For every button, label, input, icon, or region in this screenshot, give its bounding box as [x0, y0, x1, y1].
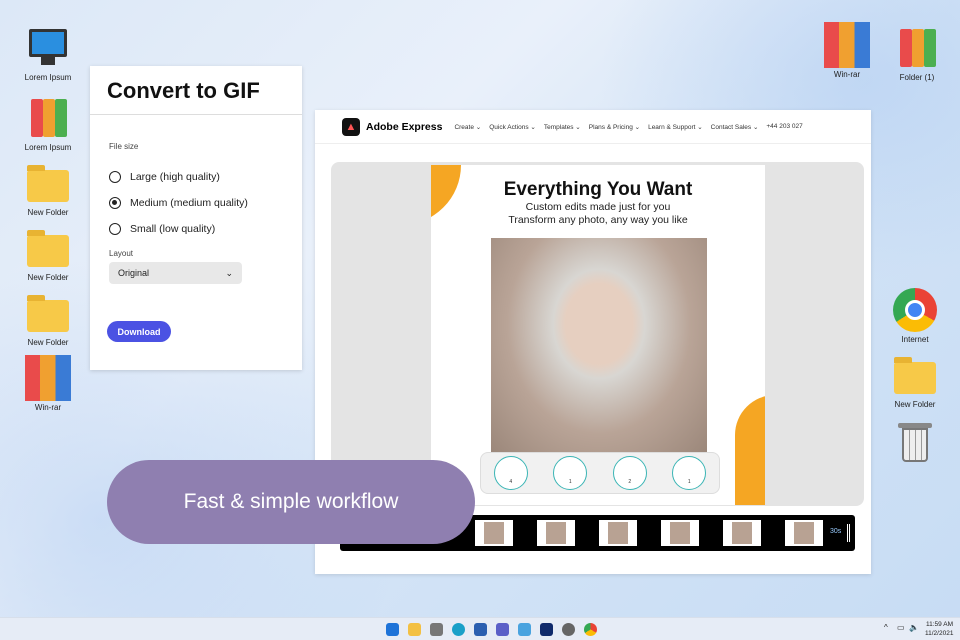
download-button[interactable]: Download — [107, 321, 171, 342]
top-nav: ▲ Adobe Express Create ⌄ Quick Actions ⌄… — [315, 110, 871, 144]
radio-circle — [109, 223, 121, 235]
nav-templates[interactable]: Templates ⌄ — [544, 123, 581, 131]
desktop-icon-binders[interactable]: Lorem Ipsum — [13, 95, 83, 152]
store-icon[interactable] — [474, 623, 487, 636]
tool-bar: 4 1 2 1 — [480, 452, 720, 494]
radio-medium[interactable]: Medium (medium quality) — [109, 197, 302, 209]
nav-create[interactable]: Create ⌄ — [454, 123, 481, 131]
desktop-icon-folder[interactable]: New Folder — [13, 225, 83, 282]
frame-thumbnail[interactable] — [475, 520, 513, 546]
timeline-duration: 30s — [830, 528, 842, 535]
frame-thumbnail[interactable] — [537, 520, 575, 546]
nav-plans-pricing[interactable]: Plans & Pricing ⌄ — [589, 123, 640, 131]
convert-to-gif-panel: Convert to GIF File size Large (high qua… — [90, 66, 302, 370]
desktop-icon-folder[interactable]: New Folder — [13, 290, 83, 347]
radio-circle — [109, 197, 121, 209]
poster-subtitle: Transform any photo, any way you like — [508, 214, 688, 226]
nav-phone[interactable]: +44 203 027 — [766, 123, 802, 130]
file-size-label: File size — [109, 142, 139, 151]
chrome-icon[interactable] — [584, 623, 597, 636]
layout-value: Original — [118, 268, 150, 278]
poster-preview: Everything You Want Custom edits made ju… — [431, 165, 765, 505]
orange-accent — [735, 395, 765, 505]
feature-banner: Fast & simple workflow — [107, 460, 475, 544]
desktop-icon-computer[interactable]: Lorem Ipsum — [13, 25, 83, 82]
radio-circle — [109, 171, 121, 183]
brow-tool-icon[interactable]: 1 — [672, 456, 707, 490]
layout-label: Layout — [109, 249, 134, 258]
brand-name[interactable]: Adobe Express — [366, 121, 442, 133]
radio-small[interactable]: Small (low quality) — [109, 223, 302, 235]
radio-label: Large (high quality) — [130, 171, 220, 183]
layout-select[interactable]: Original ⌄ — [109, 262, 242, 284]
frame-thumbnail[interactable] — [661, 520, 699, 546]
start-icon[interactable] — [386, 623, 399, 636]
nav-learn-support[interactable]: Learn & Support ⌄ — [648, 123, 703, 131]
frame-thumbnail[interactable] — [723, 520, 761, 546]
settings-icon[interactable] — [562, 623, 575, 636]
clock-time[interactable]: 11:59 AM — [926, 621, 953, 628]
frame-thumbnail[interactable] — [785, 520, 823, 546]
chevron-down-icon: ⌄ — [225, 267, 233, 278]
camera-icon[interactable] — [430, 623, 443, 636]
frame-thumbnail[interactable] — [599, 520, 637, 546]
tray-chevron-icon[interactable]: ^ — [884, 623, 888, 632]
clock-date[interactable]: 11/2/2021 — [925, 630, 953, 637]
edge-icon[interactable] — [452, 623, 465, 636]
desktop-icon-winrar[interactable]: Win-rar — [812, 22, 882, 79]
desktop-icon-binders[interactable]: Folder (1) — [882, 25, 952, 82]
face-tool-icon[interactable]: 4 — [493, 456, 528, 490]
paint-icon[interactable] — [518, 623, 531, 636]
desktop-icon-internet[interactable]: Internet — [880, 287, 950, 344]
adobe-express-logo-icon: ▲ — [342, 117, 360, 136]
app-icon[interactable] — [540, 623, 553, 636]
desktop-icon-folder[interactable]: New Folder — [13, 160, 83, 217]
lips-tool-icon[interactable]: 1 — [553, 456, 588, 490]
desktop-icon-winrar[interactable]: Win-rar — [13, 355, 83, 412]
nav-contact-sales[interactable]: Contact Sales ⌄ — [711, 123, 759, 131]
nav-quick-actions[interactable]: Quick Actions ⌄ — [489, 123, 536, 131]
desktop-icon-folder[interactable]: New Folder — [880, 352, 950, 409]
taskbar: ^ ▭ 🔈 11:59 AM 11/2/2021 — [0, 617, 960, 640]
radio-large[interactable]: Large (high quality) — [109, 171, 302, 183]
portrait-photo — [491, 238, 707, 453]
teams-icon[interactable] — [496, 623, 509, 636]
face-tool-icon[interactable]: 2 — [612, 456, 647, 490]
radio-label: Medium (medium quality) — [130, 197, 248, 209]
file-explorer-icon[interactable] — [408, 623, 421, 636]
network-icon[interactable]: ▭ — [897, 623, 905, 632]
timeline-handle[interactable] — [847, 524, 850, 542]
panel-title: Convert to GIF — [90, 66, 302, 115]
trash-icon[interactable] — [880, 418, 950, 466]
volume-icon[interactable]: 🔈 — [909, 623, 919, 632]
poster-subtitle: Custom edits made just for you — [525, 201, 671, 213]
poster-title: Everything You Want — [503, 179, 693, 200]
radio-label: Small (low quality) — [130, 223, 216, 235]
